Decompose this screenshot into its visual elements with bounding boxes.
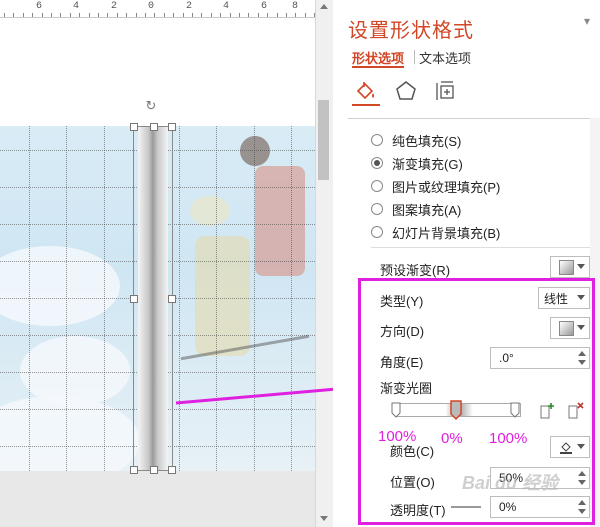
- selection-box[interactable]: [130, 123, 176, 474]
- ruler-tick: [89, 13, 90, 17]
- effects-pentagon-icon[interactable]: [393, 78, 419, 104]
- ruler-tick: [239, 13, 240, 17]
- radio-label: 幻灯片背景填充(B): [392, 225, 501, 241]
- radio-button[interactable]: [371, 134, 383, 146]
- radio-picture-fill[interactable]: 图片或纹理填充(P): [371, 177, 500, 195]
- radio-label: 纯色填充(S): [392, 133, 462, 149]
- resize-handle[interactable]: [168, 123, 176, 131]
- resize-handle[interactable]: [150, 466, 158, 474]
- ruler-tick: [220, 13, 221, 17]
- preset-gradient-dropdown[interactable]: [550, 256, 590, 278]
- radio-label: 图案填充(A): [392, 202, 462, 218]
- ruler-tick: [201, 13, 202, 17]
- ruler-tick: [136, 13, 137, 17]
- ruler-tick: [173, 13, 174, 17]
- ruler-label: 0: [148, 1, 155, 12]
- pane-divider: [348, 118, 595, 119]
- ruler-label: 8: [292, 1, 299, 12]
- active-category-indicator: [352, 104, 380, 106]
- scrollbar-thumb[interactable]: [318, 100, 329, 180]
- figure-body: [195, 236, 250, 356]
- chevron-down-icon: [577, 264, 585, 269]
- ruler-tick: [51, 13, 52, 17]
- resize-handle[interactable]: [130, 123, 138, 131]
- radio-pattern-fill[interactable]: 图案填充(A): [371, 200, 461, 218]
- ruler-tick: [305, 13, 306, 17]
- ruler-tick: [286, 13, 287, 17]
- pane-menu-icon[interactable]: ▾: [584, 14, 590, 28]
- ruler-tick: [98, 13, 99, 17]
- ruler-tick: [70, 13, 71, 17]
- tab-shape-options[interactable]: 形状选项: [352, 48, 404, 67]
- resize-handle[interactable]: [168, 295, 176, 303]
- cloud-shape: [0, 246, 120, 326]
- radio-solid-fill[interactable]: 纯色填充(S): [371, 131, 461, 149]
- pane-title: 设置形状格式: [348, 20, 474, 42]
- radio-slide-background-fill[interactable]: 幻灯片背景填充(B): [371, 223, 500, 241]
- size-layout-icon[interactable]: [433, 78, 459, 104]
- fill-line-icon[interactable]: [353, 78, 379, 104]
- ruler-tick: [42, 13, 43, 17]
- ruler-tick: [107, 13, 108, 17]
- ruler-label: 6: [261, 1, 268, 12]
- canvas-margin-top: [0, 18, 315, 126]
- ruler-tick: [13, 13, 14, 17]
- ruler-tick: [154, 13, 155, 17]
- radio-label: 渐变填充(G): [392, 156, 463, 172]
- ruler-tick: [23, 13, 24, 17]
- annotation-highlight-box: [358, 278, 595, 525]
- resize-handle[interactable]: [150, 123, 158, 131]
- ruler-tick: [183, 13, 184, 17]
- resize-handle[interactable]: [130, 295, 138, 303]
- radio-label: 图片或纹理填充(P): [392, 179, 501, 195]
- ruler-label: 2: [111, 1, 118, 12]
- radio-button[interactable]: [371, 203, 383, 215]
- ruler-tick: [145, 13, 146, 17]
- radio-gradient-fill[interactable]: 渐变填充(G): [371, 154, 463, 172]
- ruler-tick: [192, 13, 193, 17]
- preset-gradient-label: 预设渐变(R): [380, 263, 451, 278]
- figure-head: [240, 136, 270, 166]
- ruler-tick: [258, 13, 259, 17]
- scroll-up-icon[interactable]: [320, 4, 328, 9]
- ruler-tick: [230, 13, 231, 17]
- resize-handle[interactable]: [168, 466, 176, 474]
- ruler-tick: [60, 13, 61, 17]
- tab-text-options[interactable]: 文本选项: [419, 48, 471, 67]
- ruler-tick: [295, 13, 296, 17]
- ruler-label: 4: [73, 1, 80, 12]
- ruler-tick: [126, 13, 127, 17]
- gradient-swatch-icon: [559, 259, 574, 275]
- horizontal-ruler: 6 4 2 0 2 4 6 8: [0, 0, 315, 18]
- radio-button[interactable]: [371, 180, 383, 192]
- active-tab-indicator: [352, 66, 404, 68]
- section-divider: [371, 247, 590, 248]
- tab-divider: [414, 50, 415, 64]
- canvas-margin-bottom: [0, 471, 315, 527]
- figure-body: [255, 166, 305, 276]
- ruler-tick: [32, 13, 33, 17]
- rotate-icon[interactable]: ↻: [145, 99, 157, 112]
- ruler-tick: [267, 13, 268, 17]
- ruler-tick: [211, 13, 212, 17]
- scroll-down-icon[interactable]: [320, 516, 328, 521]
- ruler-label: 6: [36, 1, 43, 12]
- resize-handle[interactable]: [130, 466, 138, 474]
- cloud-shape: [20, 336, 130, 406]
- radio-button[interactable]: [371, 157, 383, 169]
- hat-shape: [190, 196, 230, 226]
- ruler-tick: [4, 13, 5, 17]
- ruler-tick: [248, 13, 249, 17]
- ruler-tick: [79, 13, 80, 17]
- ruler-tick: [164, 13, 165, 17]
- ruler-tick: [277, 13, 278, 17]
- radio-button[interactable]: [371, 226, 383, 238]
- ruler-label: 4: [223, 1, 230, 12]
- vertical-scrollbar[interactable]: [315, 0, 333, 527]
- ruler-tick: [117, 13, 118, 17]
- ruler-label: 2: [186, 1, 193, 12]
